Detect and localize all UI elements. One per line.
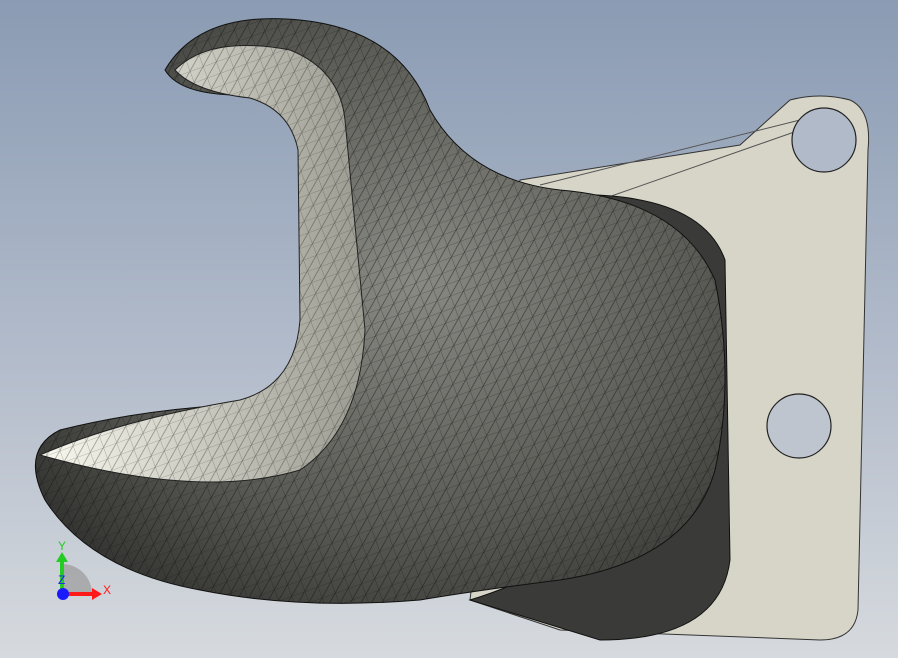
meshed-part xyxy=(34,18,726,604)
z-axis-dot xyxy=(57,588,69,600)
mounting-hole-top xyxy=(791,107,857,173)
x-axis-label: X xyxy=(103,583,111,597)
mounting-hole-bottom xyxy=(766,393,832,459)
z-axis-label: Z xyxy=(58,573,65,587)
3d-viewport[interactable]: Y X Z xyxy=(0,0,898,658)
y-axis-label: Y xyxy=(58,539,66,553)
model-render: Y X Z xyxy=(34,18,870,641)
